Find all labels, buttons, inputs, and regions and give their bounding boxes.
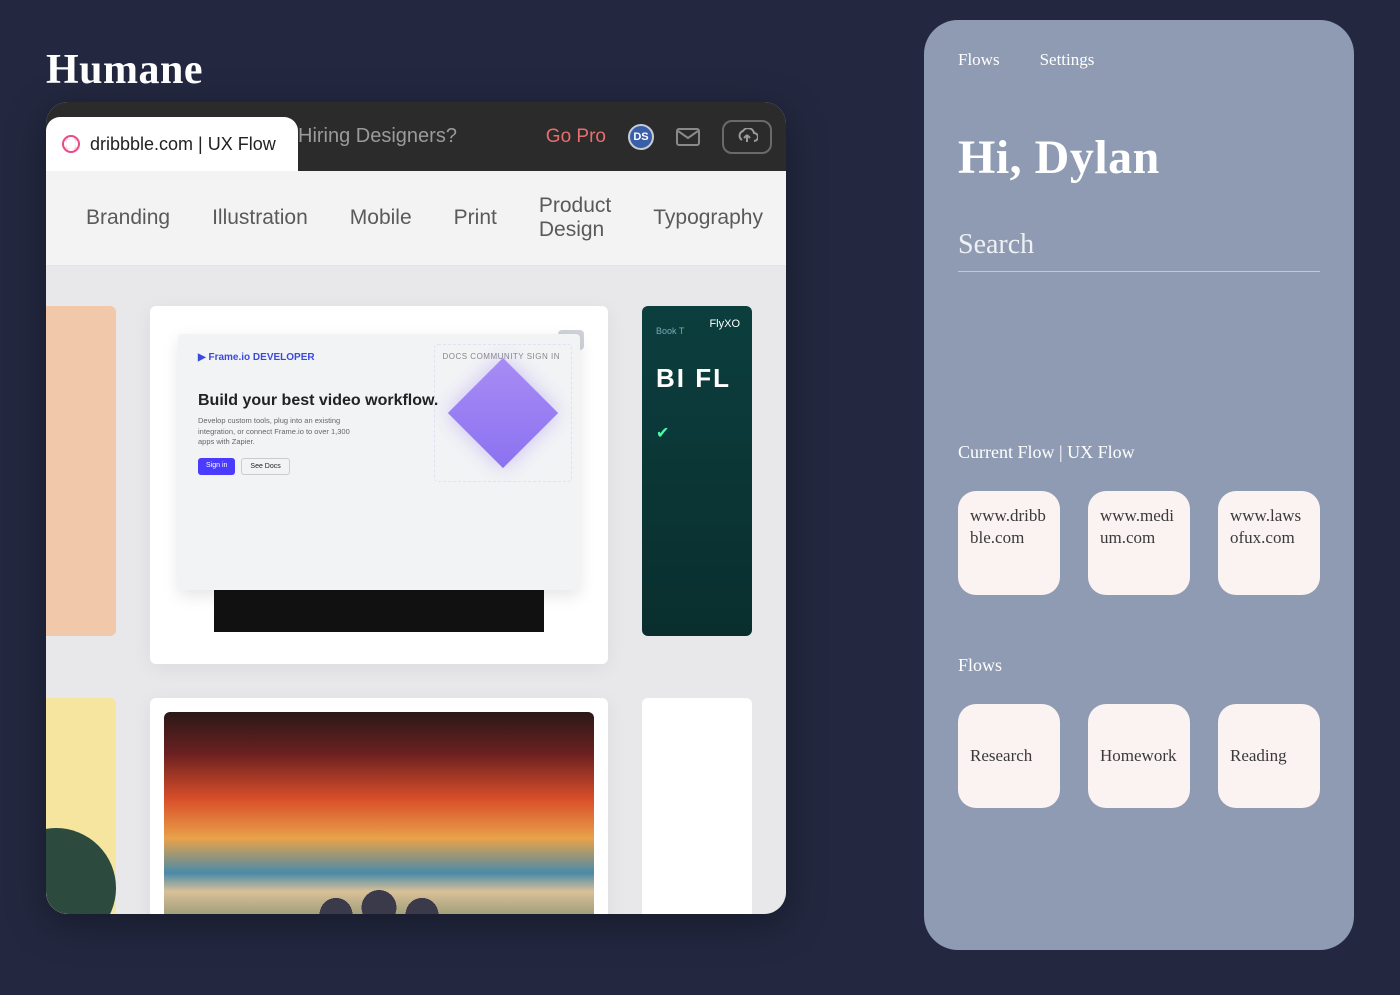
site-tile-dribbble[interactable]: www.dribbble.com bbox=[958, 491, 1060, 595]
category-print[interactable]: Print bbox=[454, 206, 497, 230]
flyxo-heading: BI FL bbox=[656, 364, 738, 393]
category-typography[interactable]: Typography bbox=[653, 206, 763, 230]
tab-label: dribbble.com | UX Flow bbox=[90, 134, 276, 155]
shot-card[interactable] bbox=[150, 698, 608, 914]
shot-card[interactable]: ▶ Frame.io DEVELOPER DOCS COMMUNITY SIGN… bbox=[150, 306, 608, 664]
app-title: Humane bbox=[46, 46, 203, 94]
category-mobile[interactable]: Mobile bbox=[350, 206, 412, 230]
mail-icon[interactable] bbox=[676, 128, 700, 146]
frameio-signin-button: Sign in bbox=[198, 458, 235, 475]
greeting: Hi, Dylan bbox=[958, 130, 1320, 185]
shot-thumbnail-sunset bbox=[164, 712, 594, 914]
frameio-sub: Develop custom tools, plug into an exist… bbox=[198, 416, 358, 448]
site-tile-medium[interactable]: www.medium.com bbox=[1088, 491, 1190, 595]
flow-tile-homework[interactable]: Homework bbox=[1088, 704, 1190, 808]
sunset-illustration bbox=[164, 712, 594, 914]
shot-thumbnail[interactable] bbox=[46, 306, 116, 636]
flows-label: Flows bbox=[958, 655, 1320, 676]
hiring-link[interactable]: Hiring Designers? bbox=[298, 125, 457, 148]
flows-row: Research Homework Reading bbox=[958, 704, 1320, 808]
shot-thumbnail[interactable] bbox=[642, 698, 752, 914]
flow-tile-research[interactable]: Research bbox=[958, 704, 1060, 808]
frameio-docs-button: See Docs bbox=[241, 458, 289, 475]
current-flow-label: Current Flow | UX Flow bbox=[958, 442, 1320, 463]
browser-window: dribbble.com | UX Flow Hiring Designers?… bbox=[46, 102, 786, 914]
chrome-right-tools: Go Pro DS bbox=[546, 102, 772, 171]
avatar[interactable]: DS bbox=[628, 124, 654, 150]
category-branding[interactable]: Branding bbox=[86, 206, 170, 230]
tab-settings[interactable]: Settings bbox=[1040, 50, 1095, 70]
browser-chrome: dribbble.com | UX Flow Hiring Designers?… bbox=[46, 102, 786, 171]
side-panel: Flows Settings Hi, Dylan Current Flow | … bbox=[924, 20, 1354, 950]
dribbble-icon bbox=[62, 135, 80, 153]
browser-tab-active[interactable]: dribbble.com | UX Flow bbox=[46, 117, 298, 171]
cube-illustration bbox=[448, 358, 558, 468]
shot-thumbnail[interactable] bbox=[46, 698, 116, 914]
category-product-design[interactable]: Product Design bbox=[539, 194, 611, 242]
go-pro-link[interactable]: Go Pro bbox=[546, 126, 606, 148]
search-row bbox=[958, 229, 1320, 272]
black-bar bbox=[214, 590, 544, 632]
upload-button[interactable] bbox=[722, 120, 772, 154]
search-input[interactable] bbox=[958, 229, 1320, 261]
tab-flows[interactable]: Flows bbox=[958, 50, 1000, 70]
shots-grid[interactable]: ▶ Frame.io DEVELOPER DOCS COMMUNITY SIGN… bbox=[46, 266, 786, 914]
shot-thumbnail-frameio: ▶ Frame.io DEVELOPER DOCS COMMUNITY SIGN… bbox=[164, 320, 594, 650]
check-icon: ✔ bbox=[656, 423, 738, 443]
category-illustration[interactable]: Illustration bbox=[212, 206, 308, 230]
flow-tile-reading[interactable]: Reading bbox=[1218, 704, 1320, 808]
panel-tabs: Flows Settings bbox=[958, 50, 1320, 70]
site-tile-lawsofux[interactable]: www.lawsofux.com bbox=[1218, 491, 1320, 595]
current-flow-sites: www.dribbble.com www.medium.com www.laws… bbox=[958, 491, 1320, 595]
flyxo-logo: FlyXO bbox=[709, 318, 740, 330]
category-nav: Branding Illustration Mobile Print Produ… bbox=[46, 171, 786, 266]
shot-thumbnail-flyxo[interactable]: FlyXO Book T BI FL ✔ bbox=[642, 306, 752, 636]
